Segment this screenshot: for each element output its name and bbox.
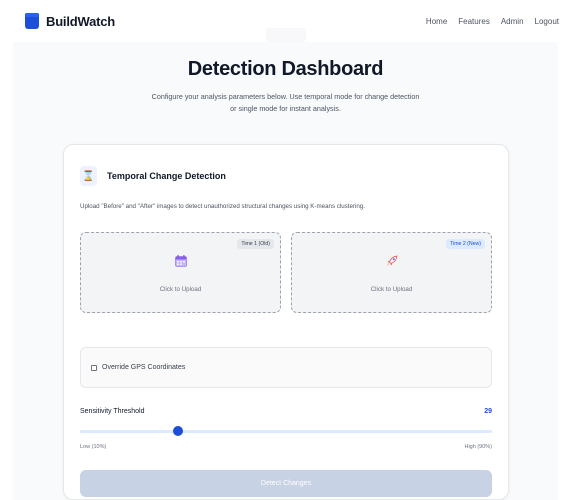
- upload-before-label: Click to Upload: [159, 286, 202, 293]
- upload-after-dropzone[interactable]: Time 2 (New) Click to Upload: [291, 232, 492, 313]
- nav-link-features[interactable]: Features: [458, 17, 490, 26]
- gps-override-box: Override GPS Coordinates: [80, 347, 492, 388]
- sensitivity-max-label: High (90%): [464, 444, 492, 450]
- nav-ghost-decoration: [266, 28, 306, 42]
- gps-override-checkbox[interactable]: [91, 364, 97, 371]
- upload-before-dropzone[interactable]: Time 1 (Old) Click to Upload: [80, 232, 281, 313]
- sensitivity-min-label: Low (10%): [80, 444, 107, 450]
- hourglass-icon: ⌛: [80, 166, 97, 186]
- sensitivity-slider-track[interactable]: [80, 430, 492, 433]
- page-title: Detection Dashboard: [187, 58, 384, 80]
- time-old-tag: Time 1 (Old): [237, 239, 274, 249]
- card-header: ⌛ Temporal Change Detection: [80, 166, 226, 186]
- temporal-detection-card: [63, 144, 509, 500]
- nav-link-logout[interactable]: Logout: [535, 17, 559, 26]
- time-new-tag: Time 2 (New): [446, 239, 485, 249]
- sensitivity-slider-thumb[interactable]: [172, 426, 183, 436]
- card-description: Upload "Before" and "After" images to de…: [80, 203, 365, 210]
- page-subtitle: Configure your analysis parameters below…: [151, 92, 420, 113]
- sensitivity-value: 29: [484, 408, 492, 415]
- nav-link-home[interactable]: Home: [426, 17, 447, 26]
- gps-override-label[interactable]: Override GPS Coordinates: [102, 364, 185, 371]
- card-title: Temporal Change Detection: [107, 171, 226, 181]
- brand-name: BuildWatch: [46, 13, 116, 29]
- rocket-icon: [386, 255, 397, 266]
- building-logo-icon: [25, 13, 39, 29]
- nav-link-admin[interactable]: Admin: [501, 17, 524, 26]
- sensitivity-label: Sensitivity Threshold: [80, 408, 145, 415]
- calendar-icon: [174, 255, 187, 267]
- upload-after-label: Click to Upload: [370, 286, 413, 293]
- detect-changes-button[interactable]: Detect Changes: [80, 470, 492, 497]
- nav-links: Home Features Admin Logout: [426, 17, 559, 26]
- brand[interactable]: BuildWatch: [25, 13, 115, 29]
